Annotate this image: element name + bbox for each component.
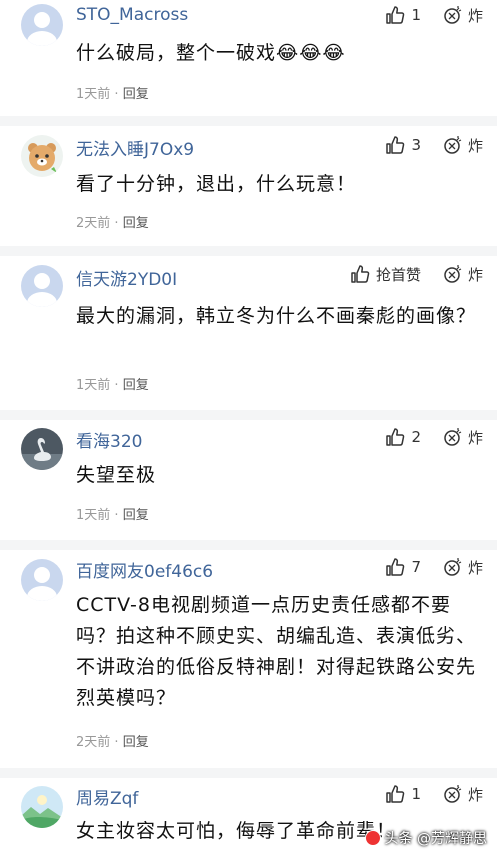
landscape-avatar-icon[interactable]: [21, 786, 63, 828]
reply-button[interactable]: 回复: [123, 735, 149, 750]
comment-text: 失望至极: [76, 464, 157, 486]
comment-text: 看了十分钟，退出，什么玩意！: [76, 173, 357, 195]
comment-actions: 1 炸: [385, 3, 483, 27]
dislike-button[interactable]: 炸: [443, 784, 483, 805]
like-count: 抢首赞: [375, 265, 421, 284]
like-count: 7: [411, 558, 421, 576]
comment-item: STO_Macross 1 炸 什么破局，整个一破戏😂😂😂 1天前 · 回复: [0, 0, 497, 116]
bomb-icon: [444, 6, 462, 24]
bear-avatar-icon[interactable]: [21, 135, 63, 177]
comment-actions: 7 炸: [385, 555, 483, 579]
divider: [0, 410, 497, 420]
bomb-icon: [444, 428, 462, 446]
dislike-label: 炸: [467, 136, 483, 155]
reply-button[interactable]: 回复: [123, 216, 149, 231]
comment-meta: 1天前 · 回复: [76, 504, 149, 523]
comment-time: 2天前: [76, 216, 111, 231]
dislike-label: 炸: [467, 785, 483, 804]
dislike-label: 炸: [467, 428, 483, 447]
meta-separator: ·: [114, 87, 119, 102]
comment-meta: 2天前 · 回复: [76, 731, 149, 750]
comment-username[interactable]: 周易Zqf: [76, 784, 138, 809]
like-button[interactable]: 1: [385, 5, 421, 25]
default-avatar-icon[interactable]: [21, 265, 63, 307]
like-button[interactable]: 1: [385, 784, 421, 804]
divider: [0, 540, 497, 550]
dislike-button[interactable]: 炸: [443, 135, 483, 156]
dislike-button[interactable]: 炸: [443, 427, 483, 448]
comment-username[interactable]: 信天游2YD0I: [76, 265, 177, 290]
comment-item: 无法入睡J7Ox9 3 炸 看了十分钟，退出，什么玩意！ 2天前 · 回复: [0, 126, 497, 246]
comment-time: 2天前: [76, 735, 111, 750]
default-avatar-icon[interactable]: [21, 4, 63, 46]
comment-username[interactable]: 无法入睡J7Ox9: [76, 135, 194, 160]
comment-text: 什么破局，整个一破戏😂😂😂: [76, 42, 346, 64]
meta-separator: ·: [114, 735, 119, 750]
dislike-button[interactable]: 炸: [443, 5, 483, 26]
dislike-label: 炸: [467, 6, 483, 25]
comment-item: 百度网友0ef46c6 7 炸 CCTV-8电视剧频道一点历史责任感都不要吗？拍…: [0, 550, 497, 768]
comment-time: 1天前: [76, 87, 111, 102]
watermark: 头条 @芳辉静思: [364, 828, 487, 848]
like-count: 2: [411, 428, 421, 446]
watermark-text: 头条 @芳辉静思: [384, 831, 487, 847]
divider: [0, 768, 497, 778]
like-count: 1: [411, 6, 421, 24]
comment-meta: 1天前 · 回复: [76, 83, 149, 102]
comment-meta: 1天前 · 回复: [76, 374, 149, 393]
meta-separator: ·: [114, 216, 119, 231]
reply-button[interactable]: 回复: [123, 508, 149, 523]
thumbs-up-icon: [386, 6, 405, 24]
divider: [0, 246, 497, 256]
thumbs-up-icon: [386, 136, 405, 154]
comment-item: 看海320 2 炸 失望至极 1天前 · 回复: [0, 420, 497, 540]
thumbs-up-icon: [386, 558, 405, 576]
comment-actions: 1 炸: [385, 782, 483, 806]
dislike-button[interactable]: 炸: [443, 264, 483, 285]
bomb-icon: [444, 265, 462, 283]
meta-separator: ·: [114, 508, 119, 523]
meta-separator: ·: [114, 378, 119, 393]
comment-meta: 2天前 · 回复: [76, 212, 149, 231]
comment-time: 1天前: [76, 508, 111, 523]
comment-username[interactable]: 百度网友0ef46c6: [76, 557, 213, 582]
comment-item: 信天游2YD0I 抢首赞 炸 最大的漏洞，韩立冬为什么不画秦彪的画像？ 1天前 …: [0, 256, 497, 410]
comment-actions: 2 炸: [385, 425, 483, 449]
thumbs-up-icon: [386, 428, 405, 446]
like-button[interactable]: 7: [385, 557, 421, 577]
dislike-label: 炸: [467, 558, 483, 577]
comment-actions: 抢首赞 炸: [350, 262, 483, 286]
like-count: 3: [411, 136, 421, 154]
bomb-icon: [444, 136, 462, 154]
divider: [0, 116, 497, 126]
thumbs-up-icon: [351, 265, 370, 283]
like-button[interactable]: 2: [385, 427, 421, 447]
reply-button[interactable]: 回复: [123, 378, 149, 393]
like-count: 1: [411, 785, 421, 803]
reply-button[interactable]: 回复: [123, 87, 149, 102]
dislike-label: 炸: [467, 265, 483, 284]
default-avatar-icon[interactable]: [21, 559, 63, 601]
comment-text: 最大的漏洞，韩立冬为什么不画秦彪的画像？: [76, 305, 477, 327]
toutiao-logo-icon: [364, 830, 381, 846]
like-button[interactable]: 3: [385, 135, 421, 155]
comment-username[interactable]: 看海320: [76, 427, 142, 452]
swan-avatar-icon[interactable]: [21, 428, 63, 470]
bomb-icon: [444, 785, 462, 803]
comment-actions: 3 炸: [385, 133, 483, 157]
like-button[interactable]: 抢首赞: [350, 264, 421, 285]
thumbs-up-icon: [386, 785, 405, 803]
comment-text: CCTV-8电视剧频道一点历史责任感都不要吗？拍这种不顾史实、胡编乱造、表演低劣…: [76, 594, 477, 709]
bomb-icon: [444, 558, 462, 576]
comment-time: 1天前: [76, 378, 111, 393]
dislike-button[interactable]: 炸: [443, 557, 483, 578]
comment-username[interactable]: STO_Macross: [76, 5, 188, 25]
